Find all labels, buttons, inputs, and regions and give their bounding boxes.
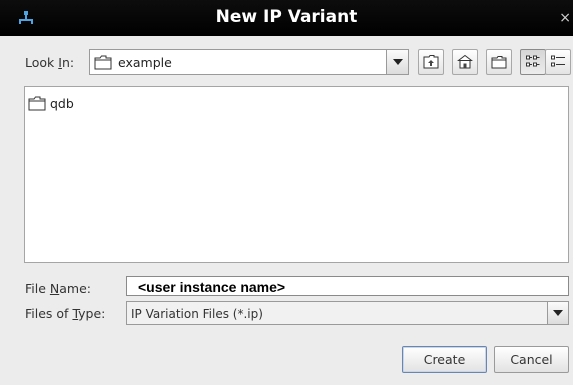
- file-name-label-pre: File: [25, 281, 50, 296]
- list-view-button[interactable]: [520, 49, 546, 75]
- folder-icon: [28, 96, 46, 114]
- file-name-label-mnemonic: N: [49, 281, 60, 296]
- look-in-label-pre: Look: [25, 55, 59, 70]
- file-list[interactable]: qdb: [24, 86, 569, 263]
- details-view-icon: [551, 55, 565, 67]
- chevron-down-icon: [393, 59, 403, 65]
- look-in-label: Look In:: [25, 55, 74, 70]
- new-ip-variant-dialog: New IP Variant × Look In: example qdb Fi…: [0, 0, 573, 385]
- files-of-type-label-post: ype:: [78, 306, 106, 321]
- files-of-type-dropdown-button[interactable]: [547, 302, 568, 324]
- list-view-icon: [526, 55, 540, 67]
- file-name-label: File Name:: [25, 281, 91, 296]
- title-bar[interactable]: New IP Variant ×: [0, 0, 573, 36]
- new-folder-icon: [491, 56, 507, 69]
- up-one-level-icon: [423, 55, 439, 69]
- files-of-type-label: Files of Type:: [25, 306, 105, 321]
- home-icon: [457, 54, 473, 69]
- cancel-button[interactable]: Cancel: [494, 346, 569, 373]
- look-in-label-post: n:: [61, 55, 75, 70]
- file-name-input[interactable]: [126, 276, 569, 296]
- chevron-down-icon: [553, 310, 563, 316]
- files-of-type-combo[interactable]: IP Variation Files (*.ip): [126, 301, 569, 325]
- look-in-value: example: [118, 55, 172, 70]
- list-item-name: qdb: [50, 96, 74, 111]
- details-view-button[interactable]: [545, 49, 571, 75]
- file-name-label-post: ame:: [59, 281, 91, 296]
- up-one-level-button[interactable]: [418, 49, 444, 75]
- create-button[interactable]: Create: [402, 346, 487, 373]
- look-in-combo[interactable]: example: [89, 49, 409, 75]
- close-icon[interactable]: ×: [559, 10, 571, 26]
- folder-icon: [94, 55, 112, 73]
- new-folder-button[interactable]: [486, 49, 512, 75]
- look-in-dropdown-button[interactable]: [386, 50, 408, 74]
- files-of-type-value: IP Variation Files (*.ip): [131, 307, 263, 321]
- home-button[interactable]: [452, 49, 478, 75]
- dialog-title: New IP Variant: [215, 7, 358, 27]
- files-of-type-label-pre: Files of: [25, 306, 73, 321]
